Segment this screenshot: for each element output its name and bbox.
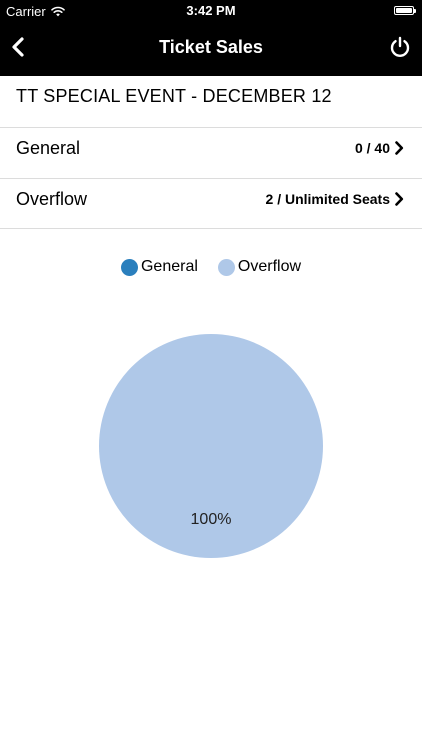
legend-dot-general — [120, 258, 138, 276]
row-overflow-value-wrap: 2 / Unlimited Seats — [266, 178, 404, 220]
power-icon — [390, 36, 410, 58]
pie-chart: 100% — [99, 334, 323, 558]
row-overflow-value: 2 / Unlimited Seats — [265, 191, 390, 207]
battery-icon — [394, 6, 416, 15]
legend-item-overflow: Overflow — [217, 258, 302, 276]
chevron-right-icon — [395, 192, 404, 206]
logout-button[interactable] — [386, 32, 414, 62]
row-overflow-label: Overflow — [16, 189, 88, 209]
row-general[interactable]: General 0 / 40 — [0, 127, 422, 177]
row-general-label: General — [16, 138, 81, 158]
status-time: 3:42 PM — [186, 3, 236, 18]
legend-dot-overflow — [217, 258, 235, 276]
chevron-right-icon — [395, 141, 404, 155]
chart-legend: General Overflow — [0, 258, 422, 276]
event-title: TT SPECIAL EVENT - DECEMBER 12 — [16, 86, 332, 106]
row-general-value: 0 / 40 — [354, 140, 390, 156]
row-overflow[interactable]: Overflow 2 / Unlimited Seats — [0, 178, 422, 228]
nav-bar: Ticket Sales — [0, 22, 422, 76]
page-title: Ticket Sales — [159, 37, 263, 57]
legend-label-general: General — [140, 258, 198, 275]
row-general-value-wrap: 0 / 40 — [355, 127, 404, 169]
divider — [0, 228, 422, 229]
pie-slice-label-overflow: 100% — [191, 511, 232, 528]
status-bar: Carrier 3:42 PM — [0, 0, 422, 22]
legend-label-overflow: Overflow — [237, 258, 302, 275]
legend-item-general: General — [120, 258, 198, 276]
